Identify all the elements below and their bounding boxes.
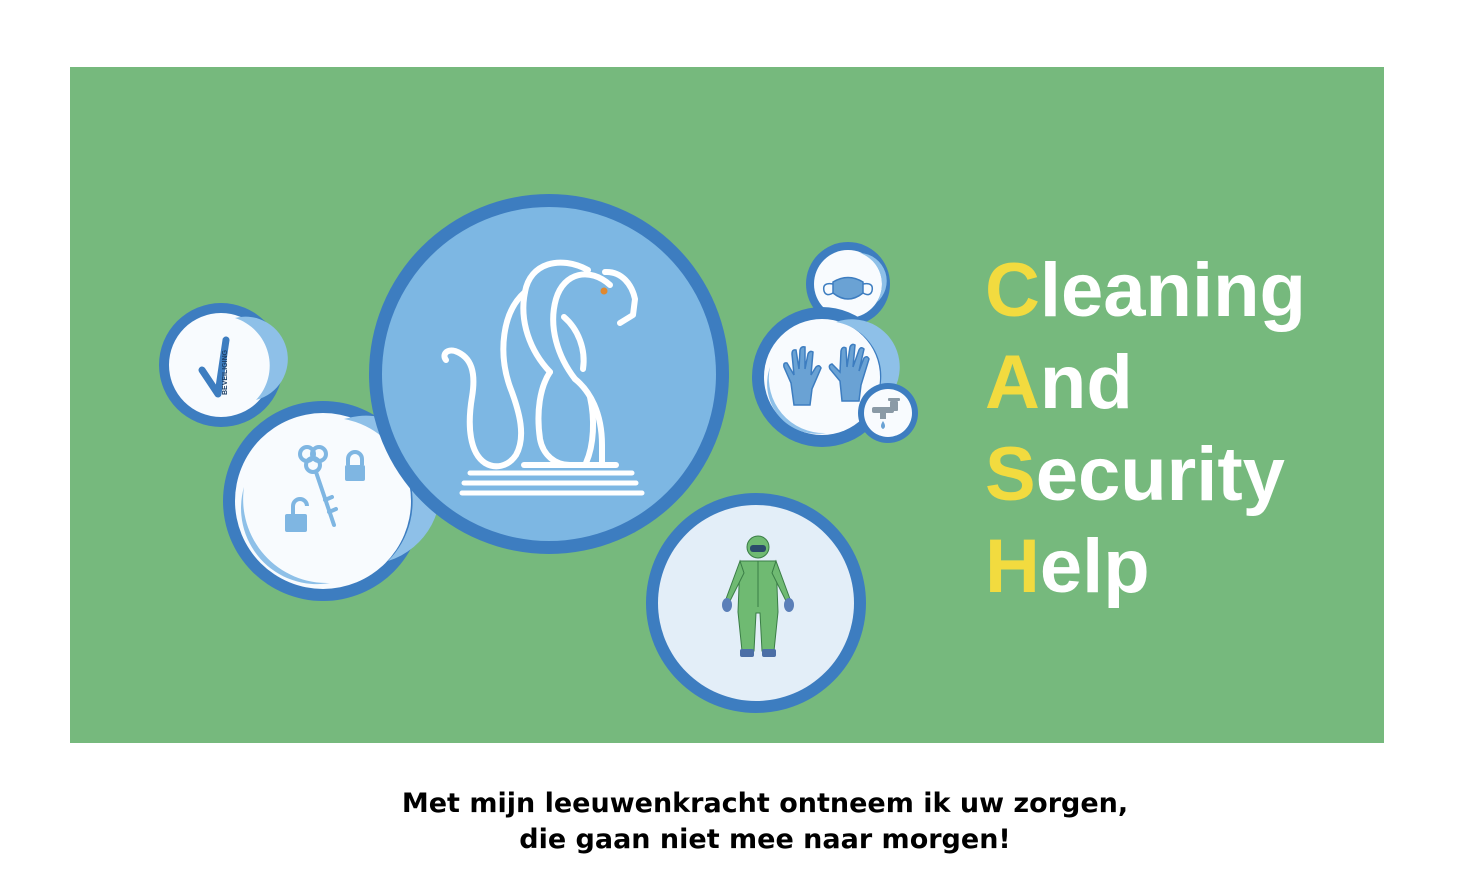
security-check-circle: BEVEILIGING bbox=[159, 303, 288, 427]
acronym-word-rest: elp bbox=[1039, 524, 1150, 609]
acronym-initial: A bbox=[985, 340, 1040, 425]
beveiliging-label: BEVEILIGING bbox=[222, 349, 229, 395]
banner: BEVEILIGING Cleaning And Security Help bbox=[70, 67, 1384, 743]
lion-logo-circle bbox=[369, 194, 729, 554]
slogan-line-2: die gaan niet mee naar morgen! bbox=[519, 824, 1011, 855]
acronym-word-rest: ecurity bbox=[1035, 432, 1285, 517]
lion-eye-icon bbox=[600, 287, 608, 295]
acronym-line-and: And bbox=[985, 337, 1306, 429]
acronym-initial: H bbox=[985, 524, 1040, 609]
acronym-word-rest: leaning bbox=[1039, 248, 1306, 333]
acronym-word-rest: nd bbox=[1039, 340, 1133, 425]
acronym-title: Cleaning And Security Help bbox=[985, 245, 1306, 613]
protective-suit-circle bbox=[646, 493, 866, 713]
water-tap-circle bbox=[858, 383, 918, 443]
acronym-line-security: Security bbox=[985, 429, 1306, 521]
slogan: Met mijn leeuwenkracht ontneem ik uw zor… bbox=[0, 786, 1462, 858]
acronym-initial: S bbox=[985, 432, 1036, 517]
acronym-initial: C bbox=[985, 248, 1040, 333]
slogan-line-1: Met mijn leeuwenkracht ontneem ik uw zor… bbox=[401, 788, 1129, 819]
acronym-line-cleaning: Cleaning bbox=[985, 245, 1306, 337]
acronym-line-help: Help bbox=[985, 521, 1306, 613]
